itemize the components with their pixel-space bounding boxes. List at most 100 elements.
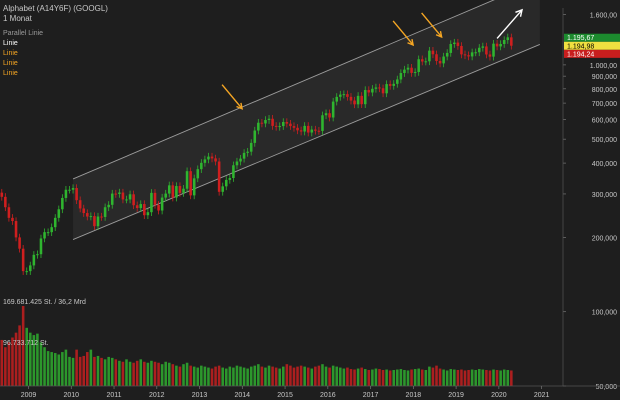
candle-body [103, 207, 107, 217]
candle-body [96, 216, 100, 227]
candle-body [314, 129, 317, 131]
candle-body [310, 129, 314, 133]
candle [21, 245, 25, 275]
price-label-text: 1.194,98 [567, 43, 594, 50]
volume-bar [428, 366, 431, 386]
volume-bar [264, 367, 267, 386]
candle-body [246, 151, 249, 153]
x-tick-label: 2021 [534, 392, 550, 399]
y-tick-label: 700,000 [592, 101, 617, 108]
legend-item-line-orange-1[interactable]: Linie [3, 50, 18, 57]
candle-body [328, 113, 331, 118]
volume-bar [221, 367, 224, 386]
y-tick-label: 400,000 [592, 161, 617, 168]
volume-bar [378, 369, 381, 386]
volume-bar [335, 366, 339, 386]
candle-body [306, 125, 310, 133]
candle-body [200, 162, 203, 170]
volume-bar [314, 366, 317, 386]
candle-body [121, 192, 125, 200]
orange-arrow-icon [221, 84, 244, 110]
candle-body [342, 94, 346, 96]
volume-bar [399, 369, 403, 386]
candle-body [110, 193, 114, 205]
volume-bar [68, 356, 71, 386]
volume-bar [406, 370, 410, 386]
candle [50, 223, 53, 236]
volume-bar [420, 369, 424, 386]
volume-bar [281, 366, 285, 386]
volume-bar [135, 360, 139, 386]
volume-bar [207, 367, 210, 386]
volume-bar [492, 369, 495, 386]
candle [146, 208, 150, 220]
volume-bar [360, 367, 363, 386]
candle-body [502, 40, 506, 45]
volume-bar [192, 366, 196, 386]
candle-body [7, 207, 11, 218]
candle-body [43, 232, 46, 239]
volume-bar [224, 368, 228, 386]
candle-body [118, 192, 121, 194]
candle [14, 217, 18, 242]
candle-body [239, 158, 242, 162]
volume-bar [381, 370, 385, 386]
candle-body [460, 45, 463, 55]
volume-bar [346, 367, 349, 386]
volume-bar [506, 370, 510, 386]
volume-bar [271, 366, 274, 386]
candle-body [420, 59, 424, 62]
candle-body [203, 159, 207, 163]
volume-bar [178, 366, 182, 386]
candle-body [39, 238, 43, 255]
volume-bar [289, 365, 292, 386]
volume-bar [93, 356, 96, 386]
candle-body [388, 84, 392, 86]
candle-body [410, 67, 413, 73]
volume-bar [260, 366, 264, 386]
volume-bar [100, 357, 103, 386]
legend-item-line-orange-3[interactable]: Linie [3, 70, 18, 77]
legend-item-line-orange-2[interactable]: Linie [3, 60, 18, 67]
candle [39, 234, 43, 259]
y-tick-label: 100,000 [592, 310, 617, 317]
candle [29, 261, 32, 275]
x-tick-label: 2009 [21, 392, 37, 399]
candle [68, 186, 71, 194]
volume-bar [510, 370, 513, 386]
candle-body [221, 186, 224, 192]
volume-bar [103, 359, 107, 386]
volume-bar [442, 369, 445, 386]
candle-body [107, 204, 110, 208]
candle-body [360, 95, 363, 105]
x-tick-label: 2020 [491, 392, 507, 399]
candle-body [182, 188, 185, 193]
volume-bar [203, 366, 207, 386]
candle [64, 186, 68, 202]
volume-bar [296, 366, 299, 386]
candle-body [260, 122, 264, 124]
candle-body [249, 142, 253, 152]
candle-body [93, 216, 96, 227]
volume-bar [143, 361, 146, 386]
legend-item-line-white[interactable]: Linie [3, 40, 18, 47]
candle [18, 233, 21, 253]
volume-bar [235, 365, 239, 386]
candle-body [14, 221, 18, 238]
candle-body [281, 121, 285, 127]
volume-bar [488, 370, 492, 386]
candle-body [224, 179, 228, 187]
volume-bar [499, 370, 502, 386]
y-tick-label: 900,000 [592, 74, 617, 81]
volume-bar [303, 366, 306, 386]
candle-body [175, 186, 178, 198]
volume-bar [463, 370, 467, 386]
candle-body [417, 59, 420, 72]
volume-bar [274, 367, 278, 386]
candle-body [303, 125, 306, 132]
legend-item-parallel-line[interactable]: Parallel Linie [3, 30, 43, 37]
volume-bar [125, 359, 128, 386]
candle [57, 205, 61, 222]
volume-bar [86, 352, 89, 386]
candle-body [153, 192, 157, 205]
